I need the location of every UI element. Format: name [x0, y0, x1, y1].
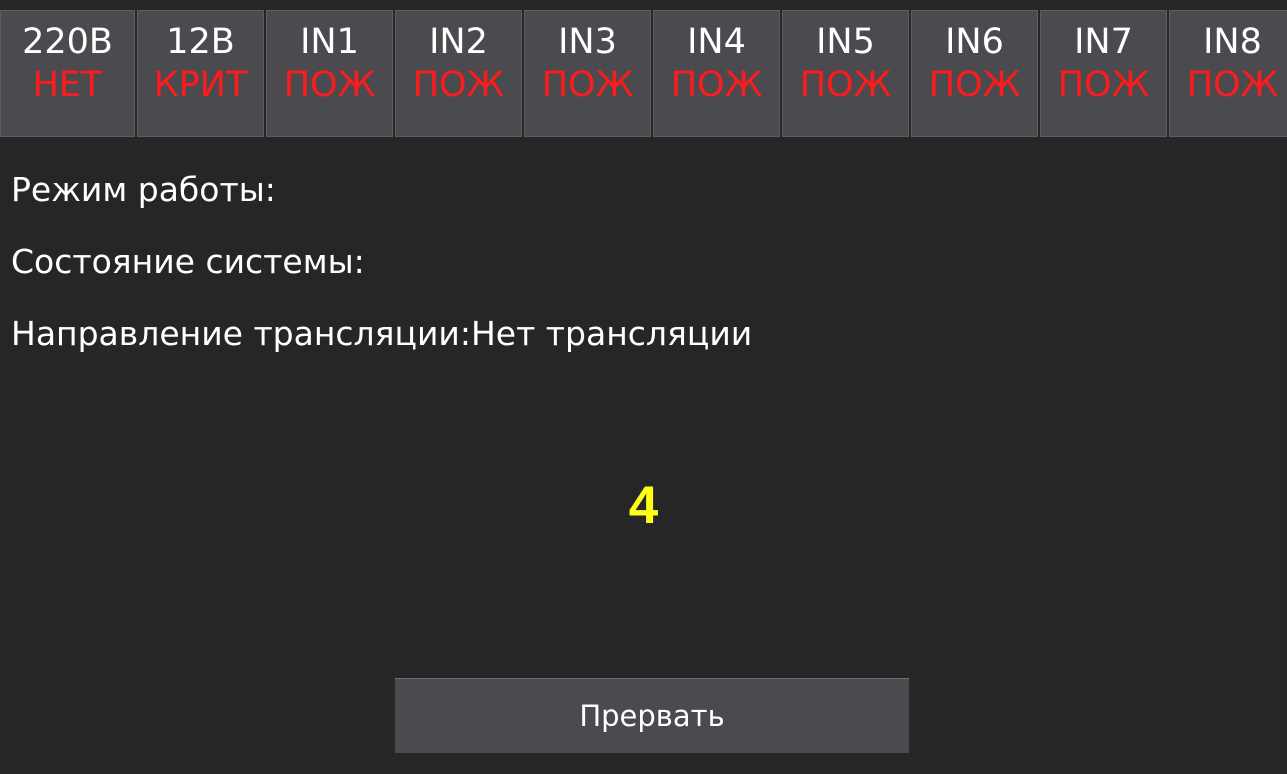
indicator-label: IN6: [945, 22, 1004, 62]
indicator-label: 12В: [166, 22, 235, 62]
indicator-state: ПОЖ: [670, 65, 763, 105]
indicator-in8: IN8 ПОЖ: [1169, 10, 1287, 137]
indicator-state: ПОЖ: [1057, 65, 1150, 105]
system-state-label: Состояние системы:: [11, 242, 365, 281]
indicator-label: IN5: [816, 22, 875, 62]
operating-mode-label: Режим работы:: [11, 170, 276, 209]
indicator-state: КРИТ: [153, 65, 248, 105]
indicator-in3: IN3 ПОЖ: [524, 10, 651, 137]
indicator-in2: IN2 ПОЖ: [395, 10, 522, 137]
indicator-in4: IN4 ПОЖ: [653, 10, 780, 137]
indicator-state: ПОЖ: [412, 65, 505, 105]
indicator-label: IN1: [300, 22, 359, 62]
indicator-label: IN2: [429, 22, 488, 62]
countdown-value: 4: [628, 476, 659, 535]
system-info-panel: Режим работы: Состояние системы: Направл…: [11, 170, 752, 386]
indicator-label: IN8: [1203, 22, 1262, 62]
indicator-label: IN7: [1074, 22, 1133, 62]
indicator-220v: 220В НЕТ: [0, 10, 135, 137]
indicator-state: ПОЖ: [1186, 65, 1279, 105]
indicator-label: 220В: [22, 22, 113, 62]
indicator-in5: IN5 ПОЖ: [782, 10, 909, 137]
indicator-state: ПОЖ: [799, 65, 892, 105]
indicator-label: IN4: [687, 22, 746, 62]
indicator-state: ПОЖ: [541, 65, 634, 105]
abort-button[interactable]: Прервать: [395, 678, 909, 753]
indicator-state: ПОЖ: [283, 65, 376, 105]
indicator-in1: IN1 ПОЖ: [266, 10, 393, 137]
status-indicator-bar: 220В НЕТ 12В КРИТ IN1 ПОЖ IN2 ПОЖ IN3 ПО…: [0, 0, 1287, 137]
indicator-in7: IN7 ПОЖ: [1040, 10, 1167, 137]
indicator-state: НЕТ: [32, 65, 103, 105]
indicator-in6: IN6 ПОЖ: [911, 10, 1038, 137]
indicator-label: IN3: [558, 22, 617, 62]
indicator-state: ПОЖ: [928, 65, 1021, 105]
indicator-12v: 12В КРИТ: [137, 10, 264, 137]
broadcast-direction-status: Направление трансляции:Нет трансляции: [11, 314, 753, 353]
